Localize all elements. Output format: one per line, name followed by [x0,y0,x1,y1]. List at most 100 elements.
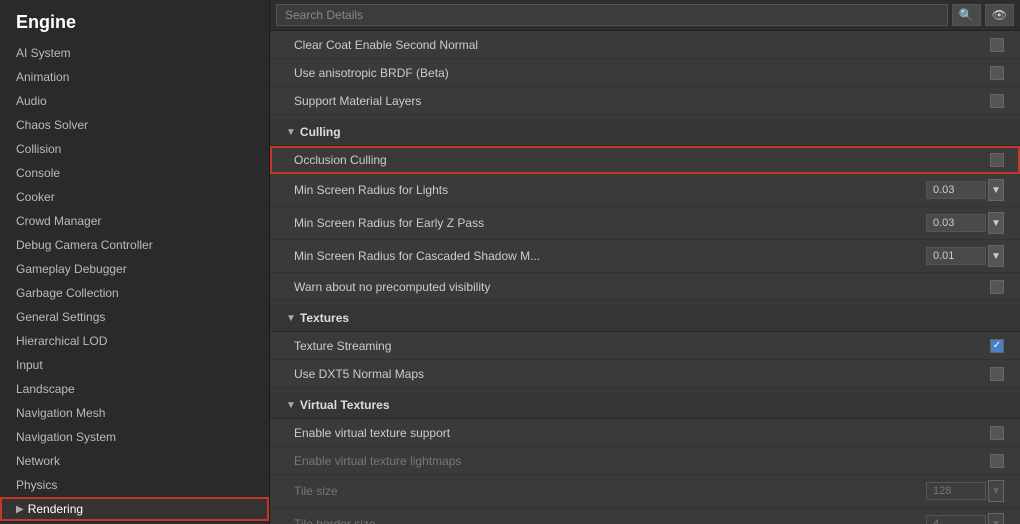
setting-label-enable-vt-lightmaps: Enable virtual texture lightmaps [294,454,990,468]
checkbox-warn-visibility[interactable] [990,280,1004,294]
sidebar-item-label: Collision [16,142,61,156]
main-panel: 🔍 👁 Clear Coat Enable Second Normal Use a… [270,0,1020,524]
top-settings-group: Clear Coat Enable Second Normal Use aniso… [270,31,1020,115]
textures-settings-group: Texture Streaming Use DXT5 Normal Maps [270,332,1020,388]
number-display-tile-border-size[interactable]: 4 [926,515,986,524]
sidebar-item-navigation-system[interactable]: Navigation System [0,425,269,449]
textures-collapse-icon: ▼ [286,313,296,324]
setting-label-clear-coat: Clear Coat Enable Second Normal [294,38,990,52]
setting-row-min-screen-early[interactable]: Min Screen Radius for Early Z Pass0.03▼ [270,207,1020,240]
number-input-group-min-screen-lights: 0.03▼ [926,179,1004,201]
setting-label-min-screen-early: Min Screen Radius for Early Z Pass [294,216,926,230]
number-display-min-screen-early[interactable]: 0.03 [926,214,986,232]
number-input-group-min-screen-cascade: 0.01▼ [926,245,1004,267]
sidebar-item-label: AI System [16,46,71,60]
sidebar-item-landscape[interactable]: Landscape [0,377,269,401]
setting-label-min-screen-cascade: Min Screen Radius for Cascaded Shadow M.… [294,249,926,263]
sidebar-item-debug-camera[interactable]: Debug Camera Controller [0,233,269,257]
sidebar-item-label: Console [16,166,60,180]
sidebar-item-label: Garbage Collection [16,286,119,300]
sidebar-item-navigation-mesh[interactable]: Navigation Mesh [0,401,269,425]
number-input-group-tile-size: 128▼ [926,480,1004,502]
vt-collapse-icon: ▼ [286,400,296,411]
setting-row-texture-streaming[interactable]: Texture Streaming [270,332,1020,360]
sidebar-item-physics[interactable]: Physics [0,473,269,497]
sidebar-item-ai-system[interactable]: AI System [0,41,269,65]
setting-row-min-screen-cascade[interactable]: Min Screen Radius for Cascaded Shadow M.… [270,240,1020,273]
setting-label-texture-streaming: Texture Streaming [294,339,990,353]
sidebar-item-label: Hierarchical LOD [16,334,107,348]
spin-button-tile-size[interactable]: ▼ [988,480,1004,502]
textures-section-title: Textures [300,311,349,325]
sidebar-item-console[interactable]: Console [0,161,269,185]
sidebar-item-label: Landscape [16,382,75,396]
setting-label-enable-vt-support: Enable virtual texture support [294,426,990,440]
setting-row-tile-size[interactable]: Tile size128▼ [270,475,1020,508]
setting-label-occlusion-culling: Occlusion Culling [294,153,990,167]
sidebar-item-chaos-solver[interactable]: Chaos Solver [0,113,269,137]
sidebar-item-gameplay-debugger[interactable]: Gameplay Debugger [0,257,269,281]
sidebar-item-crowd-manager[interactable]: Crowd Manager [0,209,269,233]
setting-row-warn-visibility[interactable]: Warn about no precomputed visibility [270,273,1020,301]
number-input-group-tile-border-size: 4▼ [926,513,1004,524]
spin-button-min-screen-early[interactable]: ▼ [988,212,1004,234]
checkbox-texture-streaming[interactable] [990,339,1004,353]
sidebar-item-rendering[interactable]: ▶Rendering [0,497,269,521]
sidebar-item-collision[interactable]: Collision [0,137,269,161]
sidebar-item-label: Debug Camera Controller [16,238,153,252]
spin-button-min-screen-cascade[interactable]: ▼ [988,245,1004,267]
checkbox-occlusion-culling[interactable] [990,153,1004,167]
checkbox-anisotropic-brdf[interactable] [990,66,1004,80]
setting-label-anisotropic-brdf: Use anisotropic BRDF (Beta) [294,66,990,80]
checkbox-clear-coat[interactable] [990,38,1004,52]
sidebar-expand-icon: ▶ [16,504,24,515]
sidebar-item-label: Cooker [16,190,55,204]
setting-row-use-dxt5[interactable]: Use DXT5 Normal Maps [270,360,1020,388]
setting-row-min-screen-lights[interactable]: Min Screen Radius for Lights0.03▼ [270,174,1020,207]
culling-section-title: Culling [300,125,341,139]
checkbox-enable-vt-support[interactable] [990,426,1004,440]
sidebar-item-cooker[interactable]: Cooker [0,185,269,209]
sidebar-item-label: Physics [16,478,57,492]
setting-row-anisotropic-brdf[interactable]: Use anisotropic BRDF (Beta) [270,59,1020,87]
setting-row-tile-border-size[interactable]: Tile border size4▼ [270,508,1020,524]
sidebar-item-label: Audio [16,94,47,108]
setting-label-support-material: Support Material Layers [294,94,990,108]
search-input[interactable] [276,4,948,26]
eye-button[interactable]: 👁 [985,4,1014,26]
sidebar-item-hierarchical-lod[interactable]: Hierarchical LOD [0,329,269,353]
number-display-min-screen-lights[interactable]: 0.03 [926,181,986,199]
number-display-tile-size[interactable]: 128 [926,482,986,500]
spin-button-min-screen-lights[interactable]: ▼ [988,179,1004,201]
checkbox-support-material[interactable] [990,94,1004,108]
setting-row-enable-vt-lightmaps[interactable]: Enable virtual texture lightmaps [270,447,1020,475]
sidebar-item-label: Input [16,358,43,372]
virtual-textures-section-header[interactable]: ▼ Virtual Textures [270,392,1020,419]
sidebar-item-label: Network [16,454,60,468]
setting-row-support-material[interactable]: Support Material Layers [270,87,1020,115]
sidebar-item-garbage-collection[interactable]: Garbage Collection [0,281,269,305]
sidebar-item-network[interactable]: Network [0,449,269,473]
checkbox-use-dxt5[interactable] [990,367,1004,381]
setting-label-tile-size: Tile size [294,484,926,498]
sidebar-item-label: Navigation System [16,430,116,444]
spin-button-tile-border-size[interactable]: ▼ [988,513,1004,524]
number-display-min-screen-cascade[interactable]: 0.01 [926,247,986,265]
checkbox-enable-vt-lightmaps[interactable] [990,454,1004,468]
search-button[interactable]: 🔍 [952,4,981,26]
sidebar-item-input[interactable]: Input [0,353,269,377]
sidebar-item-audio[interactable]: Audio [0,89,269,113]
sidebar-item-animation[interactable]: Animation [0,65,269,89]
sidebar-item-label: Gameplay Debugger [16,262,127,276]
setting-row-occlusion-culling[interactable]: Occlusion Culling [270,146,1020,174]
textures-section-header[interactable]: ▼ Textures [270,305,1020,332]
sidebar-item-general-settings[interactable]: General Settings [0,305,269,329]
culling-section-header[interactable]: ▼ Culling [270,119,1020,146]
setting-row-enable-vt-support[interactable]: Enable virtual texture support [270,419,1020,447]
sidebar-item-label: Animation [16,70,69,84]
content-area: Clear Coat Enable Second Normal Use aniso… [270,31,1020,524]
setting-row-clear-coat[interactable]: Clear Coat Enable Second Normal [270,31,1020,59]
setting-label-tile-border-size: Tile border size [294,517,926,524]
vt-section-title: Virtual Textures [300,398,390,412]
search-bar: 🔍 👁 [270,0,1020,31]
